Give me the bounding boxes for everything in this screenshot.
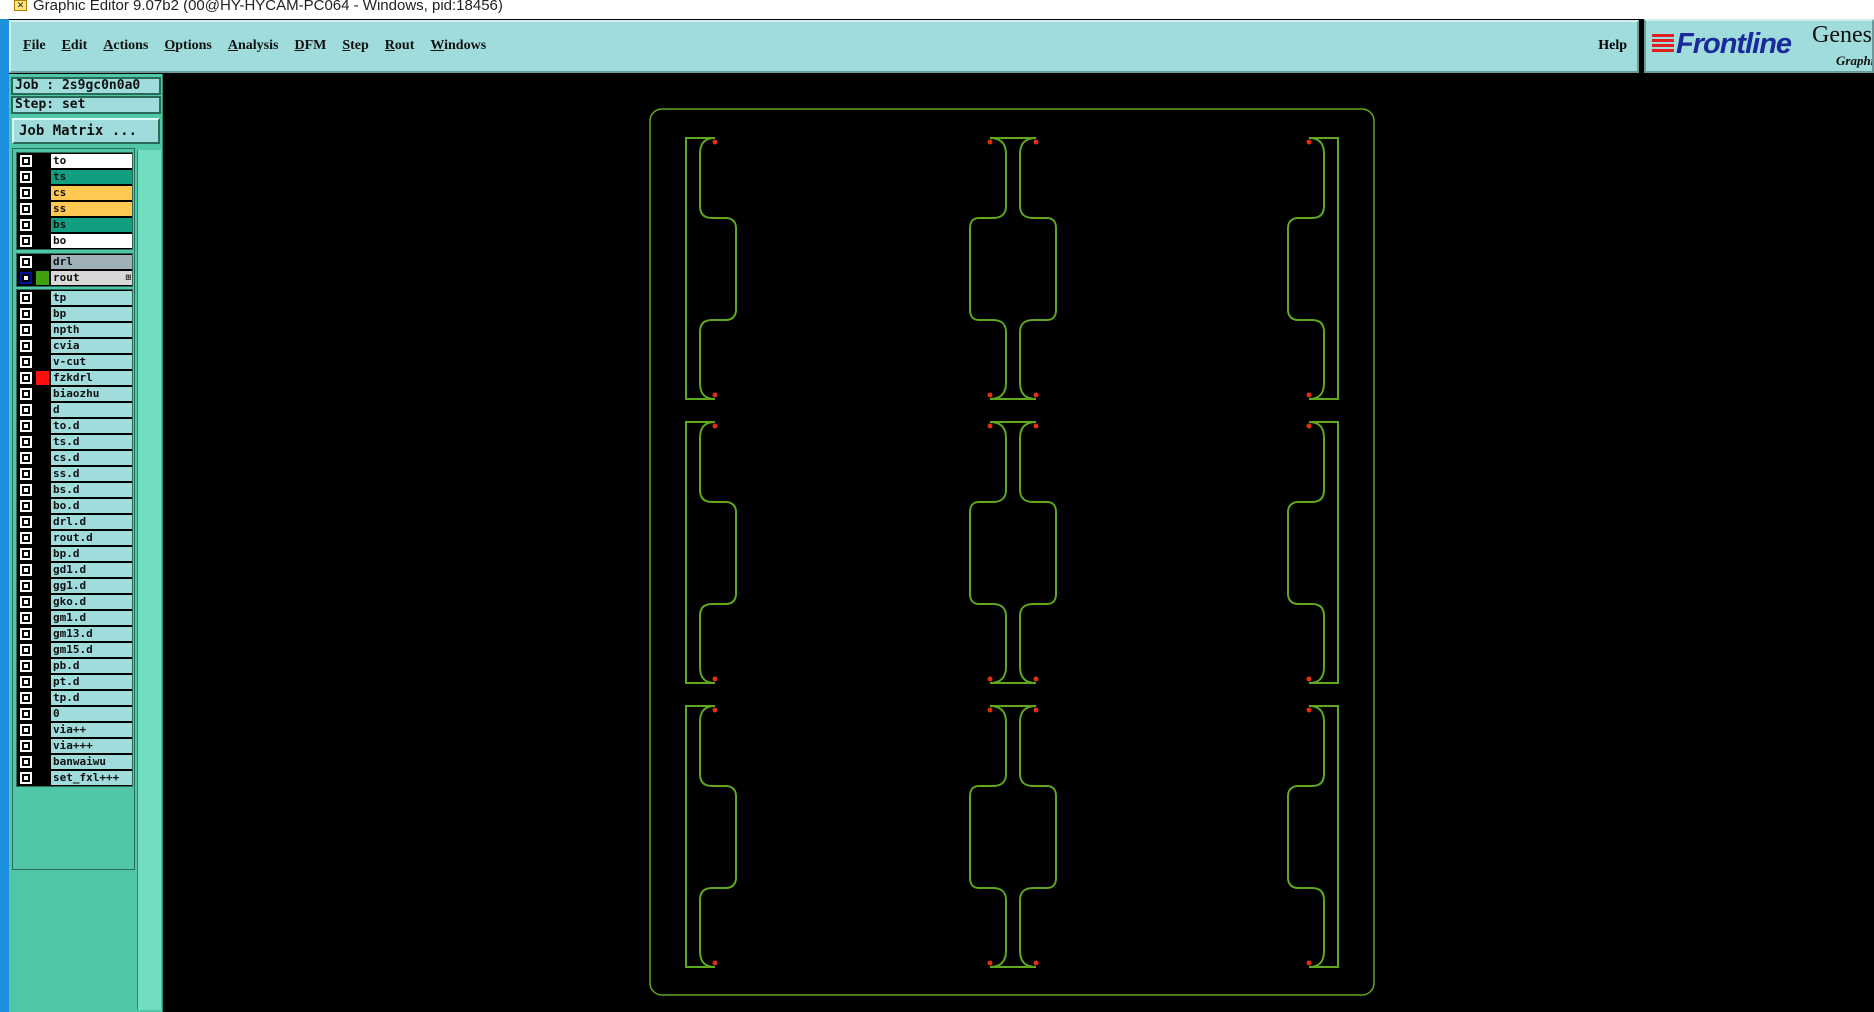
rout-slot-2-0	[685, 705, 737, 968]
rout-endpoint	[987, 139, 993, 145]
rout-slot-0-2	[1287, 137, 1339, 400]
rout-slot-0-1	[969, 137, 1057, 400]
rout-endpoint	[712, 139, 718, 145]
rout-endpoint	[1306, 139, 1312, 145]
rout-slot-1-1	[969, 421, 1057, 684]
rout-slot-1-2	[1287, 421, 1339, 684]
panel-outline	[649, 108, 1375, 996]
rout-endpoint	[712, 423, 718, 429]
rout-endpoint	[1033, 960, 1039, 966]
rout-endpoint	[712, 707, 718, 713]
rout-endpoint	[1306, 423, 1312, 429]
rout-endpoint	[987, 392, 993, 398]
rout-drawing	[649, 108, 1375, 996]
rout-slot-0-0	[685, 137, 737, 400]
rout-endpoint	[712, 960, 718, 966]
rout-endpoint	[987, 707, 993, 713]
rout-slot-2-1	[969, 705, 1057, 968]
rout-endpoint	[712, 676, 718, 682]
rout-slot-1-0	[685, 421, 737, 684]
rout-endpoint	[987, 423, 993, 429]
rout-endpoint	[987, 960, 993, 966]
rout-endpoint	[1306, 676, 1312, 682]
rout-endpoint	[1033, 707, 1039, 713]
rout-endpoint	[987, 676, 993, 682]
rout-endpoint	[1033, 392, 1039, 398]
rout-endpoint	[1306, 392, 1312, 398]
rout-endpoint	[1033, 676, 1039, 682]
rout-endpoint	[712, 392, 718, 398]
rout-endpoint	[1033, 423, 1039, 429]
rout-endpoint	[1306, 707, 1312, 713]
rout-endpoint	[1033, 139, 1039, 145]
rout-slot-2-2	[1287, 705, 1339, 968]
rout-endpoint	[1306, 960, 1312, 966]
